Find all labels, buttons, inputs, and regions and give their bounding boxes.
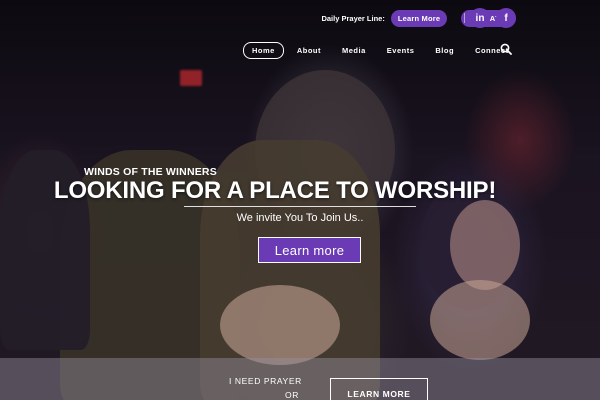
nav-item-about[interactable]: About	[289, 43, 329, 58]
worshipper-figure	[220, 285, 340, 365]
main-nav: Home About Media Events Blog Connect	[243, 42, 522, 59]
exit-sign-decoration	[180, 70, 202, 86]
nav-item-media[interactable]: Media	[334, 43, 374, 58]
or-label: OR	[285, 390, 299, 400]
search-icon[interactable]	[500, 43, 512, 55]
prayer-line-label: Daily Prayer Line:	[321, 13, 385, 23]
worshipper-figure	[430, 280, 530, 360]
facebook-icon[interactable]: f	[496, 8, 516, 28]
hero-subline: We invite You To Join Us..	[236, 212, 364, 224]
prayer-line-learn-more-button[interactable]: Learn More	[390, 9, 448, 27]
linkedin-icon[interactable]: in	[470, 8, 490, 28]
hero-divider	[184, 206, 416, 207]
nav-item-events[interactable]: Events	[379, 43, 423, 58]
hero-learn-more-button[interactable]: Learn more	[258, 237, 361, 263]
hero-section: Daily Prayer Line: Learn More DONATE in …	[0, 0, 600, 400]
hero-headline: LOOKING FOR A PLACE TO WORSHIP!	[53, 177, 497, 204]
need-prayer-link[interactable]: I NEED PRAYER	[229, 376, 302, 386]
topbar-divider	[464, 13, 465, 23]
band-learn-more-button[interactable]: LEARN MORE	[330, 378, 428, 400]
worshipper-figure	[450, 200, 520, 290]
nav-item-home[interactable]: Home	[243, 42, 284, 59]
nav-item-blog[interactable]: Blog	[427, 43, 462, 58]
